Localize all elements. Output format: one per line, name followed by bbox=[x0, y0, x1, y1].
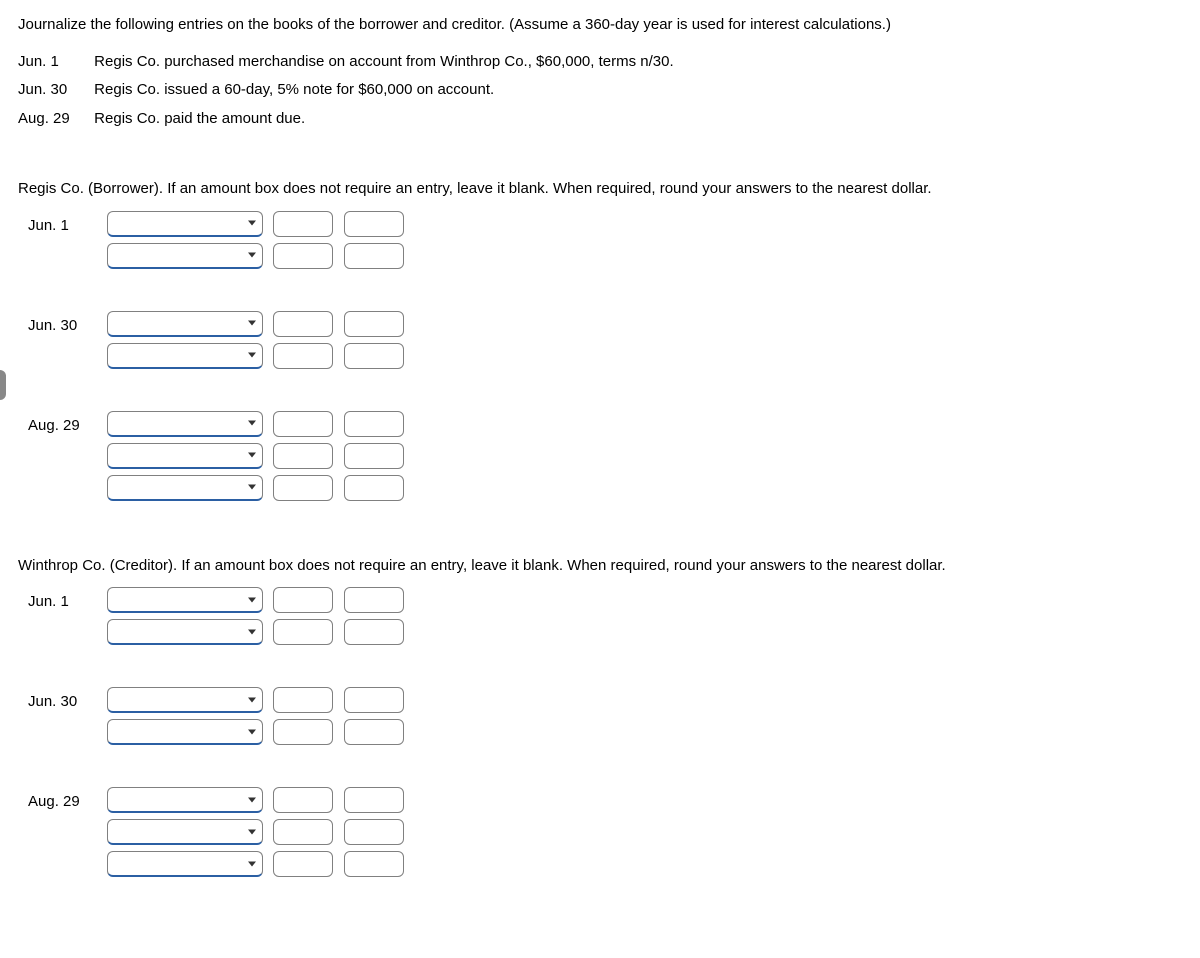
section-heading-creditor: Winthrop Co. (Creditor). If an amount bo… bbox=[18, 555, 1186, 578]
credit-input[interactable] bbox=[344, 819, 404, 845]
chevron-down-icon bbox=[248, 421, 256, 426]
journal-row bbox=[107, 343, 409, 369]
journal-entry: Jun. 1 bbox=[28, 587, 1186, 651]
journal-row bbox=[107, 211, 409, 237]
chevron-down-icon bbox=[248, 829, 256, 834]
account-dropdown[interactable] bbox=[107, 311, 263, 337]
journal-entry: Aug. 29 bbox=[28, 411, 1186, 507]
debit-input[interactable] bbox=[273, 475, 333, 501]
credit-input[interactable] bbox=[344, 443, 404, 469]
section-heading-borrower: Regis Co. (Borrower). If an amount box d… bbox=[18, 178, 1186, 201]
chevron-down-icon bbox=[248, 253, 256, 258]
debit-input[interactable] bbox=[273, 587, 333, 613]
side-tab bbox=[0, 370, 6, 400]
account-dropdown[interactable] bbox=[107, 819, 263, 845]
chevron-down-icon bbox=[248, 485, 256, 490]
chevron-down-icon bbox=[248, 597, 256, 602]
credit-input[interactable] bbox=[344, 211, 404, 237]
debit-input[interactable] bbox=[273, 619, 333, 645]
credit-input[interactable] bbox=[344, 687, 404, 713]
account-dropdown[interactable] bbox=[107, 343, 263, 369]
credit-input[interactable] bbox=[344, 411, 404, 437]
account-dropdown[interactable] bbox=[107, 787, 263, 813]
account-dropdown[interactable] bbox=[107, 719, 263, 745]
chevron-down-icon bbox=[248, 729, 256, 734]
account-dropdown[interactable] bbox=[107, 475, 263, 501]
transaction-line: Aug. 29 Regis Co. paid the amount due. bbox=[18, 108, 1186, 131]
journal-row bbox=[107, 411, 409, 437]
chevron-down-icon bbox=[248, 221, 256, 226]
account-dropdown[interactable] bbox=[107, 587, 263, 613]
credit-input[interactable] bbox=[344, 619, 404, 645]
journal-entry: Jun. 30 bbox=[28, 311, 1186, 375]
journal-row bbox=[107, 243, 409, 269]
account-dropdown[interactable] bbox=[107, 851, 263, 877]
chevron-down-icon bbox=[248, 797, 256, 802]
entry-date: Aug. 29 bbox=[28, 411, 103, 438]
journal-row bbox=[107, 587, 409, 613]
chevron-down-icon bbox=[248, 321, 256, 326]
journal-entry: Jun. 30 bbox=[28, 687, 1186, 751]
credit-input[interactable] bbox=[344, 311, 404, 337]
entry-date: Jun. 1 bbox=[28, 211, 103, 238]
chevron-down-icon bbox=[248, 629, 256, 634]
account-dropdown[interactable] bbox=[107, 411, 263, 437]
entry-date: Jun. 1 bbox=[28, 587, 103, 614]
transactions-list: Jun. 1 Regis Co. purchased merchandise o… bbox=[18, 51, 1186, 131]
account-dropdown[interactable] bbox=[107, 687, 263, 713]
journal-row bbox=[107, 475, 409, 501]
credit-input[interactable] bbox=[344, 587, 404, 613]
transaction-date: Aug. 29 bbox=[18, 108, 90, 131]
chevron-down-icon bbox=[248, 697, 256, 702]
debit-input[interactable] bbox=[273, 211, 333, 237]
transaction-desc: Regis Co. purchased merchandise on accou… bbox=[94, 53, 673, 70]
debit-input[interactable] bbox=[273, 687, 333, 713]
journal-row bbox=[107, 443, 409, 469]
entry-date: Jun. 30 bbox=[28, 687, 103, 714]
credit-input[interactable] bbox=[344, 719, 404, 745]
account-dropdown[interactable] bbox=[107, 243, 263, 269]
transaction-date: Jun. 1 bbox=[18, 51, 90, 74]
journal-row bbox=[107, 851, 409, 877]
credit-input[interactable] bbox=[344, 475, 404, 501]
transaction-desc: Regis Co. issued a 60-day, 5% note for $… bbox=[94, 81, 494, 98]
account-dropdown[interactable] bbox=[107, 443, 263, 469]
instructions-text: Journalize the following entries on the … bbox=[18, 14, 1186, 37]
journal-row bbox=[107, 619, 409, 645]
credit-input[interactable] bbox=[344, 243, 404, 269]
chevron-down-icon bbox=[248, 453, 256, 458]
journal-row bbox=[107, 687, 409, 713]
account-dropdown[interactable] bbox=[107, 619, 263, 645]
debit-input[interactable] bbox=[273, 243, 333, 269]
journal-entry: Aug. 29 bbox=[28, 787, 1186, 883]
debit-input[interactable] bbox=[273, 787, 333, 813]
journal-row bbox=[107, 787, 409, 813]
journal-row bbox=[107, 819, 409, 845]
transaction-date: Jun. 30 bbox=[18, 79, 90, 102]
chevron-down-icon bbox=[248, 861, 256, 866]
account-dropdown[interactable] bbox=[107, 211, 263, 237]
chevron-down-icon bbox=[248, 353, 256, 358]
debit-input[interactable] bbox=[273, 311, 333, 337]
debit-input[interactable] bbox=[273, 719, 333, 745]
debit-input[interactable] bbox=[273, 443, 333, 469]
credit-input[interactable] bbox=[344, 851, 404, 877]
debit-input[interactable] bbox=[273, 819, 333, 845]
journal-row bbox=[107, 311, 409, 337]
debit-input[interactable] bbox=[273, 411, 333, 437]
debit-input[interactable] bbox=[273, 343, 333, 369]
journal-row bbox=[107, 719, 409, 745]
transaction-line: Jun. 1 Regis Co. purchased merchandise o… bbox=[18, 51, 1186, 74]
entry-date: Aug. 29 bbox=[28, 787, 103, 814]
credit-input[interactable] bbox=[344, 343, 404, 369]
debit-input[interactable] bbox=[273, 851, 333, 877]
transaction-desc: Regis Co. paid the amount due. bbox=[94, 110, 305, 127]
credit-input[interactable] bbox=[344, 787, 404, 813]
entry-date: Jun. 30 bbox=[28, 311, 103, 338]
journal-entry: Jun. 1 bbox=[28, 211, 1186, 275]
transaction-line: Jun. 30 Regis Co. issued a 60-day, 5% no… bbox=[18, 79, 1186, 102]
